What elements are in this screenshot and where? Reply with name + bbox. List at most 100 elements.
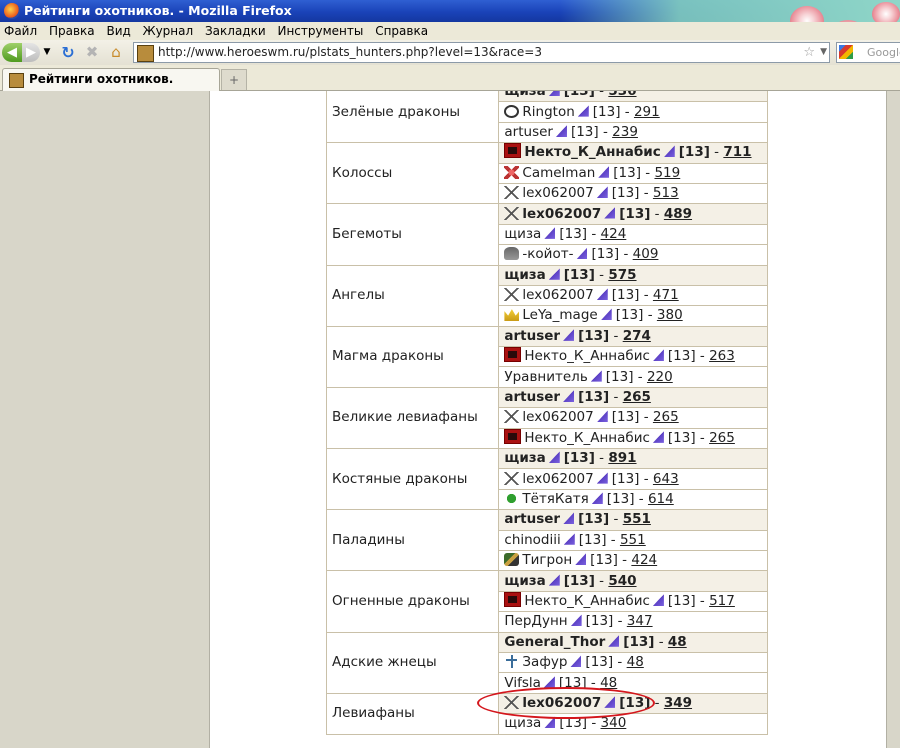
bookmark-star-icon[interactable]: ☆ — [803, 43, 815, 62]
menu-history[interactable]: Журнал — [143, 22, 194, 40]
hunt-score-link[interactable]: 48 — [600, 675, 617, 691]
hunt-score-link[interactable]: 551 — [620, 532, 646, 548]
window-title: Рейтинги охотников. - Mozilla Firefox — [24, 3, 292, 18]
creature-name: Ангелы — [325, 264, 500, 327]
hunt-score-link[interactable]: 349 — [664, 695, 692, 711]
hunt-score-link[interactable]: 48 — [627, 654, 644, 670]
player-name: Некто_К_Аннабис — [524, 592, 650, 609]
hunt-score-link[interactable]: 48 — [668, 634, 687, 650]
player-entry: щиза [13] - 891 — [498, 448, 768, 470]
address-url[interactable]: http://www.heroeswm.ru/plstats_hunters.p… — [158, 43, 542, 62]
cross-icon — [504, 471, 520, 485]
hunt-score-link[interactable]: 614 — [648, 491, 674, 507]
hunt-score-link[interactable]: 575 — [608, 267, 636, 283]
hunt-score-link[interactable]: 265 — [653, 409, 679, 425]
player-level: [13] — [570, 123, 599, 140]
wizard-class-icon — [600, 308, 612, 321]
player-level: [13] — [619, 205, 651, 222]
menu-edit[interactable]: Правка — [49, 22, 95, 40]
player-level: [13] — [611, 185, 640, 202]
new-tab-button[interactable]: + — [221, 69, 247, 90]
hunt-score-link[interactable]: 265 — [623, 389, 651, 405]
player-entry: artuser [13] - 551 — [498, 509, 768, 531]
menu-tools[interactable]: Инструменты — [277, 22, 363, 40]
hunt-score-link[interactable]: 891 — [608, 450, 636, 466]
hunt-score-link[interactable]: 380 — [657, 307, 683, 323]
player-entry: LeYa_mage [13] - 380 — [498, 305, 768, 327]
hunt-score-link[interactable]: 220 — [647, 369, 673, 385]
back-button[interactable]: ◀ — [2, 43, 22, 62]
hunt-score-link[interactable]: 517 — [709, 593, 735, 609]
creature-name: Паладины — [325, 509, 500, 572]
hunt-score-link[interactable]: 263 — [709, 348, 735, 364]
trident-icon — [504, 655, 520, 669]
player-entry: chinodiii [13] - 551 — [498, 529, 768, 551]
google-icon[interactable] — [839, 45, 853, 59]
clan-icon — [504, 143, 522, 159]
hunt-score-link[interactable]: 340 — [601, 715, 627, 731]
hunt-score-link[interactable]: 265 — [709, 430, 735, 446]
firefox-logo-icon — [4, 3, 20, 19]
player-entry: lex062007 [13] - 513 — [498, 182, 768, 205]
player-entry: щиза [13] - 340 — [498, 713, 768, 735]
site-favicon-icon — [137, 45, 154, 62]
player-name: lex062007 — [522, 185, 594, 202]
hunt-score-link[interactable]: 551 — [623, 511, 651, 527]
player-level: [13] — [591, 246, 620, 263]
hunt-score-link[interactable]: 513 — [653, 185, 679, 201]
hunt-score-link[interactable]: 239 — [612, 124, 638, 140]
wizard-class-icon — [577, 104, 589, 117]
tab-bar: Рейтинги охотников. + — [0, 65, 900, 91]
wizard-class-icon — [576, 247, 588, 260]
reload-icon[interactable]: ↻ — [58, 43, 78, 62]
player-entry: lex062007 [13] - 471 — [498, 284, 768, 307]
creature-name: Магма драконы — [325, 325, 500, 388]
hunt-score-link[interactable]: 291 — [634, 104, 660, 120]
wizard-class-icon — [604, 695, 616, 708]
wizard-class-icon — [555, 124, 567, 137]
hunt-score-link[interactable]: 711 — [723, 144, 751, 160]
wizard-class-icon — [563, 390, 575, 403]
hunt-score-link[interactable]: 424 — [631, 552, 657, 568]
hunt-score-link[interactable]: 409 — [633, 246, 659, 262]
wizard-class-icon — [596, 471, 608, 484]
page-content: Зелёные драконы щиза [13] - 536 Rington [13]… — [0, 91, 900, 748]
player-name: ПерДунн — [504, 613, 568, 630]
hunt-score-link[interactable]: 424 — [601, 226, 627, 242]
history-dropdown-icon[interactable]: ▼ — [42, 43, 52, 62]
wizard-class-icon — [596, 410, 608, 423]
hunt-score-link[interactable]: 347 — [627, 613, 653, 629]
wizard-class-icon — [591, 492, 603, 504]
player-level: [13] — [559, 715, 588, 732]
forward-button[interactable]: ▶ — [22, 43, 40, 62]
wizard-class-icon — [544, 716, 556, 729]
player-name: Rington — [522, 103, 575, 120]
hunt-score-link[interactable]: 471 — [653, 287, 679, 303]
wizard-class-icon — [604, 206, 616, 219]
hunt-score-link[interactable]: 643 — [653, 471, 679, 487]
url-dropdown-icon[interactable]: ▼ — [820, 43, 827, 62]
hunt-score-link[interactable]: 274 — [623, 328, 651, 344]
menu-file[interactable]: Файл — [4, 22, 37, 40]
player-level: [13] — [592, 103, 621, 120]
address-bar[interactable]: http://www.heroeswm.ru/plstats_hunters.p… — [133, 42, 830, 63]
player-level: [13] — [611, 409, 640, 426]
menu-view[interactable]: Вид — [106, 22, 130, 40]
cross-icon — [504, 206, 520, 220]
search-input[interactable]: Google — [836, 42, 900, 63]
player-entry: Зафур [13] - 48 — [498, 651, 768, 674]
player-entry: Некто_К_Аннабис [13] - 265 — [498, 427, 768, 450]
hunt-score-link[interactable]: 540 — [608, 573, 636, 589]
menu-bookmarks[interactable]: Закладки — [205, 22, 266, 40]
hunt-score-link[interactable]: 489 — [664, 206, 692, 222]
hunt-score-link[interactable]: 536 — [608, 91, 636, 99]
menu-help[interactable]: Справка — [375, 22, 428, 40]
player-level: [13] — [585, 613, 614, 630]
coyote-icon — [504, 247, 520, 261]
hunt-score-link[interactable]: 519 — [654, 165, 680, 181]
stop-icon[interactable]: ✖ — [82, 43, 102, 62]
player-name: щиза — [504, 225, 542, 242]
home-icon[interactable]: ⌂ — [106, 43, 126, 62]
player-entry: Некто_К_Аннабис [13] - 517 — [498, 590, 768, 613]
tab-hunter-ratings[interactable]: Рейтинги охотников. — [2, 68, 220, 91]
